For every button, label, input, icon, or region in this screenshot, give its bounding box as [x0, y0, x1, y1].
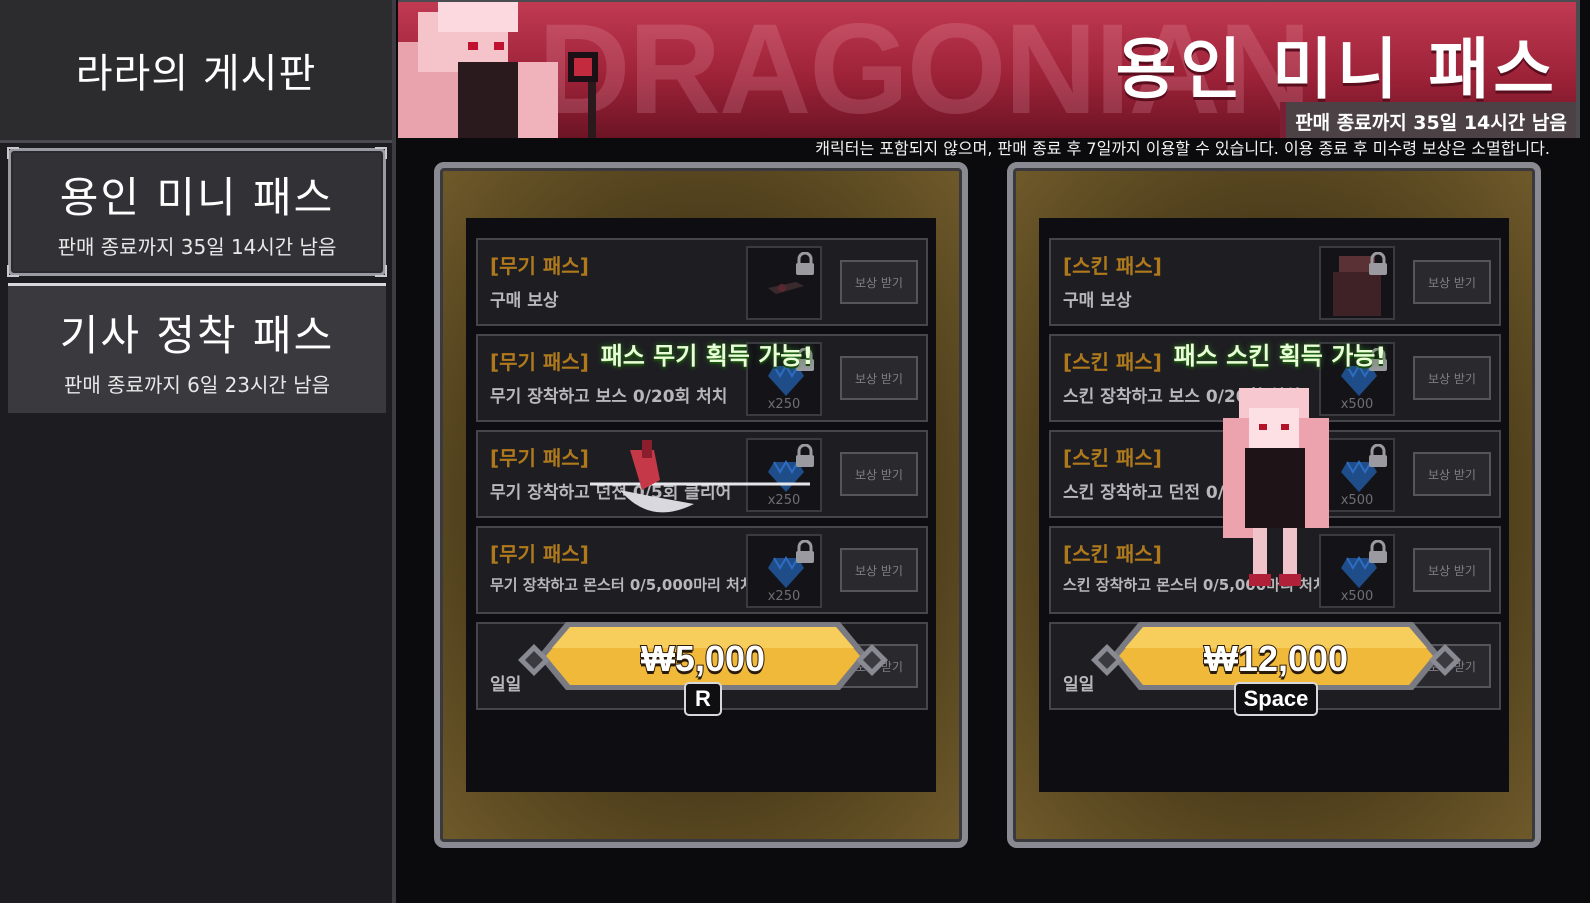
claim-reward-button[interactable]: 보상 받기	[840, 548, 918, 592]
reward-slot: x250	[746, 534, 822, 608]
diamond-ornament-icon	[856, 644, 888, 676]
pass-row-desc: 스킨 장착하고 보스 0/20회 처치	[1063, 387, 1301, 407]
sidebar-item-knight-pass[interactable]: 기사 정착 패스 판매 종료까지 6일 23시간 남음	[8, 283, 386, 413]
diamond-ornament-icon	[518, 644, 550, 676]
pass-row-desc: 무기 장착하고 던전 0/5회 클리어	[490, 483, 732, 503]
frame-corner	[7, 265, 19, 277]
pass-banner: DRAGONIAN 용인 미니 패스 판매 종료까지 35일 14시간 남음	[398, 0, 1580, 138]
reward-quantity: x250	[767, 397, 801, 412]
reward-slot: x500	[1319, 438, 1395, 512]
reward-quantity: x500	[1340, 589, 1374, 604]
reward-slot: x500	[1319, 534, 1395, 608]
pass-row-tag: [스킨 패스]	[1063, 542, 1162, 566]
lock-icon	[796, 444, 814, 467]
reward-slot: x250	[746, 438, 822, 512]
sidebar-item-name: 용인 미니 패스	[59, 173, 335, 222]
weapon-obtainable-text: 패스 무기 획득 가능!	[600, 342, 814, 370]
board-title: 라라의 게시판	[0, 0, 392, 143]
claim-reward-button[interactable]: 보상 받기	[1413, 452, 1491, 496]
pass-row: [무기 패스] 구매 보상 보상 받기	[476, 238, 928, 326]
pass-row-tag: [무기 패스]	[490, 542, 589, 566]
reward-quantity: x250	[767, 493, 801, 508]
pass-row-tag: [무기 패스]	[490, 446, 589, 470]
claim-reward-button[interactable]: 보상 받기	[840, 260, 918, 304]
pass-row-desc: 스킨 장착하고 몬스터 0/5,000마리 처치	[1063, 576, 1327, 594]
pass-row-desc: 스킨 장착하고 던전 0/5회 클리어	[1063, 483, 1305, 503]
pass-sidebar: 라라의 게시판 용인 미니 패스 판매 종료까지 35일 14시간 남음 기사 …	[0, 0, 396, 903]
frame-corner	[375, 265, 387, 277]
weapon-price: ₩5,000	[640, 637, 766, 680]
banner-title: 용인 미니 패스	[1115, 31, 1558, 108]
frame-corner	[7, 147, 19, 159]
sidebar-item-remaining: 판매 종료까지 6일 23시간 남음	[63, 372, 330, 397]
skin-obtainable-text: 패스 스킨 획득 가능!	[1173, 342, 1387, 370]
reward-quantity: x500	[1340, 493, 1374, 508]
sidebar-item-remaining: 판매 종료까지 35일 14시간 남음	[57, 235, 337, 259]
pass-row: [스킨 패스] 구매 보상 보상 받기	[1049, 238, 1501, 326]
banner-remaining-time: 판매 종료까지 35일 14시간 남음	[1280, 102, 1576, 138]
pass-row: [무기 패스] 무기 장착하고 던전 0/5회 클리어 x250 보상 받기	[476, 430, 928, 518]
lock-icon	[796, 252, 814, 275]
skin-hotkey: Space	[1234, 682, 1318, 716]
reward-quantity: x500	[1340, 397, 1374, 412]
skin-price-area: ₩12,000 Space	[1089, 614, 1463, 724]
weapon-price-area: ₩5,000 R	[516, 614, 890, 724]
pass-row-desc: 구매 보상	[490, 291, 559, 311]
pass-row-tag: [무기 패스]	[490, 254, 589, 278]
frame-corner	[375, 147, 387, 159]
skin-price: ₩12,000	[1203, 637, 1349, 680]
pass-row-desc: 무기 장착하고 몬스터 0/5,000마리 처치	[490, 576, 754, 594]
pass-row: [무기 패스] 무기 장착하고 몬스터 0/5,000마리 처치 x250 보상…	[476, 526, 928, 614]
pass-row-tag: [스킨 패스]	[1063, 446, 1162, 470]
reward-slot	[1319, 246, 1395, 320]
reward-slot	[746, 246, 822, 320]
pass-notice: 캐릭터는 포함되지 않으며, 판매 종료 후 7일까지 이용할 수 있습니다. …	[815, 139, 1550, 158]
lock-icon	[1369, 444, 1387, 467]
sidebar-item-name: 기사 정착 패스	[59, 310, 335, 360]
pass-row-desc: 무기 장착하고 보스 0/20회 처치	[490, 387, 728, 407]
diamond-ornament-icon	[1091, 644, 1123, 676]
claim-reward-button[interactable]: 보상 받기	[840, 452, 918, 496]
diamond-ornament-icon	[1429, 644, 1461, 676]
skin-pass-card: [스킨 패스] 구매 보상 보상 받기 [스킨 패스] 스킨 장착하고 보스 0…	[1007, 162, 1541, 848]
claim-reward-button[interactable]: 보상 받기	[1413, 548, 1491, 592]
weapon-pass-card: [무기 패스] 구매 보상 보상 받기 [무기 패스] 무기 장착하고 보스 0…	[434, 162, 968, 848]
sidebar-item-dragonian-pass[interactable]: 용인 미니 패스 판매 종료까지 35일 14시간 남음	[7, 147, 387, 277]
pass-row: [스킨 패스] 스킨 장착하고 몬스터 0/5,000마리 처치 x500 보상…	[1049, 526, 1501, 614]
pass-row: [스킨 패스] 스킨 장착하고 던전 0/5회 클리어 x500 보상 받기	[1049, 430, 1501, 518]
reward-quantity: x250	[767, 589, 801, 604]
pass-row-tag: [스킨 패스]	[1063, 254, 1162, 278]
lock-icon	[1369, 252, 1387, 275]
lock-icon	[796, 540, 814, 563]
lock-icon	[1369, 540, 1387, 563]
claim-reward-button[interactable]: 보상 받기	[1413, 260, 1491, 304]
pass-row-desc: 구매 보상	[1063, 291, 1132, 311]
weapon-hotkey: R	[684, 682, 722, 716]
character-portrait	[398, 2, 598, 138]
